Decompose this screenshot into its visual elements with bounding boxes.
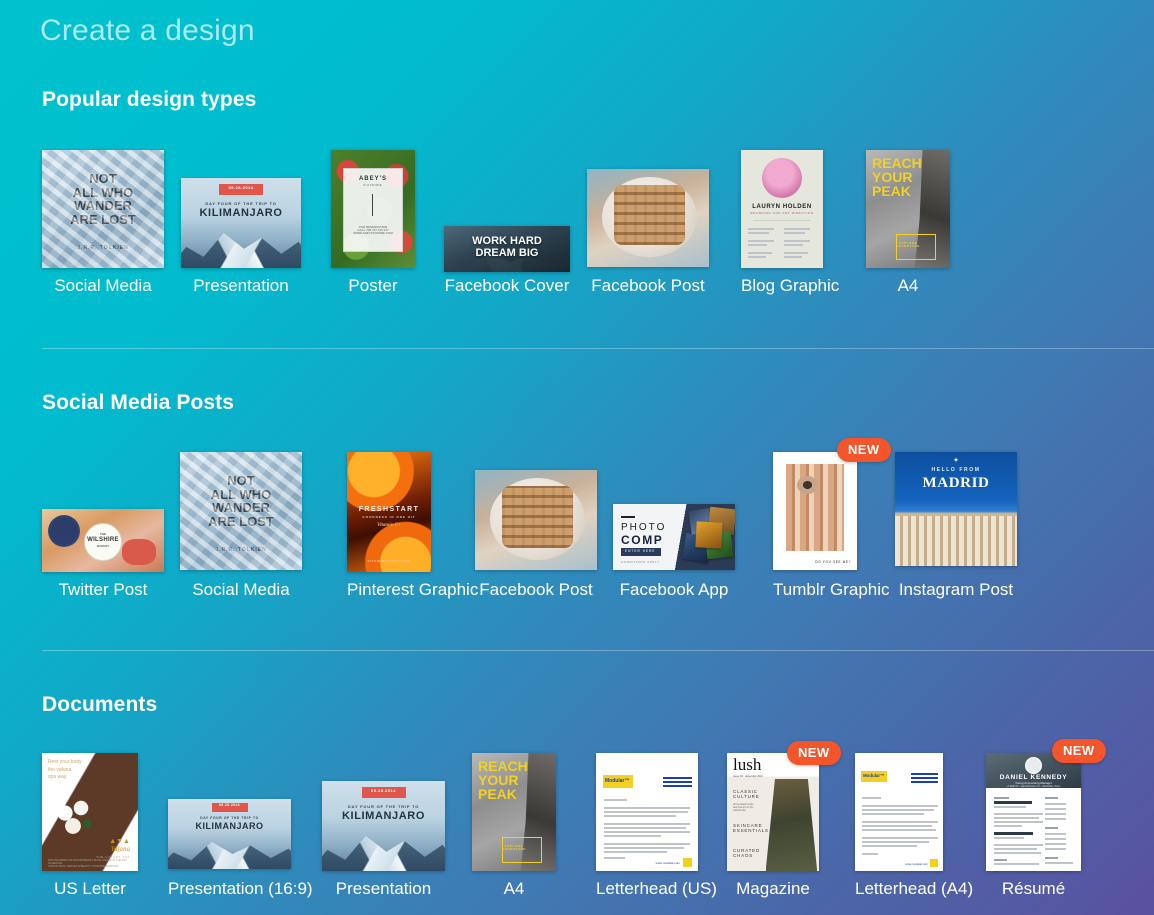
design-card-presentation-16-9[interactable]: 05.28.2014 DAY FOUR OF THE TRIP TO KILIM… [168,753,291,908]
design-card-facebook-cover[interactable]: WORK HARDDREAM BIG Facebook Cover [444,150,570,300]
thumbnail-instagram-post: ✦ HELLO FROM MADRID [895,452,1017,566]
design-card-facebook-app[interactable]: PHOTO COMP ENTER HERE CONDITIONS APPLY F… [613,452,735,604]
design-card-resume[interactable]: NEW DANIEL KENNEDY Young Accounting Mana… [986,753,1081,908]
thumbnail-facebook-post: Waffles [475,470,597,570]
section-title: Popular design types [42,88,256,112]
section-title: Documents [42,693,157,717]
thumbnail-social-media: NOTALL WHOWANDERARE LOST J.R.R. TOLKIEN [180,452,302,570]
design-card-a4-2[interactable]: REACHYOURPEAK EXPLOREADVENTURE A4 [472,753,556,908]
thumbnail-letterhead-us: Modular™ www.modular.com [596,753,698,871]
design-card-a4[interactable]: REACHYOURPEAK EXPLOREADVENTURE A4 [866,150,950,300]
design-card-magazine[interactable]: NEW lush issue 18 · december 2016 CLASSI… [727,753,819,908]
new-badge: NEW [787,741,841,765]
design-card-poster[interactable]: ABEY'S CUISINE FOR RESERVATIONCALL 728 4… [331,150,415,300]
design-card-twitter-post[interactable]: THE WILSHIRE BAKERY Twitter Post [42,452,164,604]
design-card-label: Letterhead (US) [596,879,698,899]
design-card-label: Presentation [181,276,301,296]
design-card-facebook-post-2[interactable]: Waffles Facebook Post [475,452,597,604]
design-card-label: Facebook Post [475,580,597,600]
design-card-tumblr-graphic[interactable]: NEW DO YOU SEE ME? Tumblr Graphic [773,452,857,604]
design-card-pinterest-graphic[interactable]: FRESHSTART GOODNESS IN ONE HIT Vitamin C… [347,452,431,604]
thumbnail-poster: ABEY'S CUISINE FOR RESERVATIONCALL 728 4… [331,150,415,268]
design-card-label: Social Media [180,580,302,600]
page-title: Create a design [40,14,255,48]
thumbnail-presentation: 05.28.2014 DAY FOUR OF THE TRIP TO KILIM… [322,781,445,871]
thumbnail-resume: DANIEL KENNEDY Young Accounting Manager … [986,753,1081,871]
design-card-presentation[interactable]: 05.28.2014 DAY FOUR OF THE TRIP TO KILIM… [181,150,301,300]
thumbnail-presentation-16-9: 05.28.2014 DAY FOUR OF THE TRIP TO KILIM… [168,799,291,869]
design-card-label: A4 [866,276,950,296]
thumbnail-facebook-app: PHOTO COMP ENTER HERE CONDITIONS APPLY [613,504,735,570]
design-card-label: Pinterest Graphic [347,580,431,600]
design-card-label: Tumblr Graphic [773,580,857,600]
thumbnail-a4: REACHYOURPEAK EXPLOREADVENTURE [866,150,950,268]
thumbnail-a4: REACHYOURPEAK EXPLOREADVENTURE [472,753,556,871]
design-card-label: Twitter Post [42,580,164,600]
design-card-instagram-post[interactable]: ✦ HELLO FROM MADRID Instagram Post [895,452,1017,604]
design-card-label: Magazine [727,879,819,899]
design-card-letterhead-us[interactable]: Modular™ www.modular.com Letterhead (US) [596,753,698,908]
design-card-label: US Letter [42,879,138,899]
thumbnail-twitter-post: THE WILSHIRE BAKERY [42,509,164,572]
design-card-presentation-2[interactable]: 05.28.2014 DAY FOUR OF THE TRIP TO KILIM… [322,753,445,908]
design-card-social-media[interactable]: NOTALL WHOWANDERARE LOST J.R.R. TOLKIEN … [42,150,164,300]
design-card-label: Social Media [42,276,164,296]
thumbnail-letterhead-a4: Modular™ www.modular.com [855,753,943,871]
design-card-label: Facebook App [613,580,735,600]
design-card-label: Presentation [322,879,445,899]
design-card-blog-graphic[interactable]: LAURYN HOLDEN BRANDING AND ART DIRECTION… [741,150,823,300]
new-badge: NEW [837,438,891,462]
design-card-label: Poster [331,276,415,296]
design-card-label: A4 [472,879,556,899]
design-card-label: Instagram Post [895,580,1017,600]
section-title: Social Media Posts [42,391,234,415]
thumbnail-facebook-post: Waffles [587,169,709,267]
thumbnail-magazine: lush issue 18 · december 2016 CLASSICCUL… [727,753,819,871]
design-card-facebook-post[interactable]: Waffles Facebook Post [587,150,709,300]
design-card-label: Résumé [986,879,1081,899]
design-card-label: Facebook Cover [444,276,570,296]
thumbnail-presentation: 05.28.2014 DAY FOUR OF THE TRIP TO KILIM… [181,178,301,268]
section-divider-2 [42,650,1154,651]
section-divider-1 [42,348,1154,349]
thumbnail-us-letter: Rest your bodythe yafanaspa way. ▲▼▲ Yaf… [42,753,138,871]
design-card-label: Blog Graphic [741,276,823,296]
thumbnail-tumblr-graphic: DO YOU SEE ME? [773,452,857,570]
thumbnail-social-media: NOTALL WHOWANDERARE LOST J.R.R. TOLKIEN [42,150,164,268]
thumbnail-pinterest-graphic: FRESHSTART GOODNESS IN ONE HIT Vitamin C… [347,452,431,572]
design-card-us-letter[interactable]: Rest your bodythe yafanaspa way. ▲▼▲ Yaf… [42,753,138,908]
design-card-social-media-2[interactable]: NOTALL WHOWANDERARE LOST J.R.R. TOLKIEN … [180,452,302,604]
design-card-label: Presentation (16:9) [168,879,291,899]
thumbnail-facebook-cover: WORK HARDDREAM BIG [444,226,570,272]
design-card-label: Letterhead (A4) [855,879,943,899]
design-card-label: Facebook Post [587,276,709,296]
design-card-letterhead-a4[interactable]: Modular™ www.modular.com Letterhead (A4) [855,753,943,908]
thumbnail-blog-graphic: LAURYN HOLDEN BRANDING AND ART DIRECTION [741,150,823,268]
new-badge: NEW [1052,739,1106,763]
